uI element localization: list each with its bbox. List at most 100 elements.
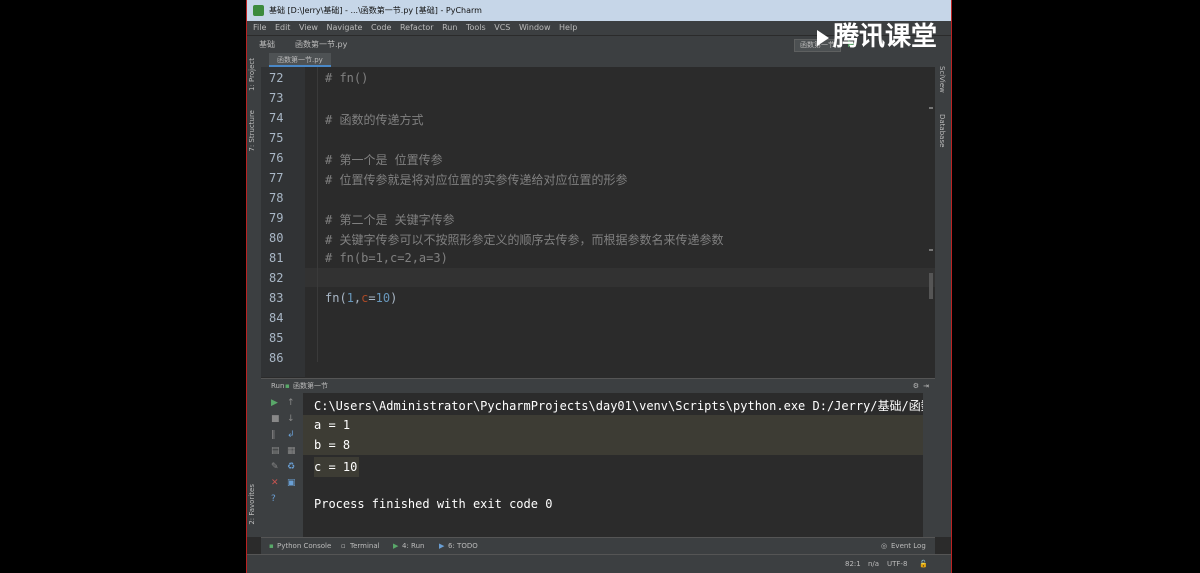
pycharm-window: 基础 [D:\Jerry\基础] - ...\函数第一节.py [基础] - P… xyxy=(247,0,951,573)
line-number: 83 xyxy=(269,291,284,305)
pycharm-app-icon xyxy=(253,5,264,16)
stop-icon[interactable]: ■ xyxy=(271,414,280,424)
todo-icon: ▶ xyxy=(439,542,445,550)
cursor-position[interactable]: 82:1 xyxy=(845,555,861,573)
python-console-tab[interactable]: Python Console xyxy=(277,538,331,555)
line-number: 84 xyxy=(269,311,284,325)
hide-panel-icon[interactable]: ⇥ xyxy=(923,379,929,393)
call-open-paren: ( xyxy=(339,291,347,305)
menu-run[interactable]: Run xyxy=(442,21,457,35)
event-log-tab[interactable]: Event Log xyxy=(891,538,926,555)
terminal-tab[interactable]: Terminal xyxy=(350,538,380,555)
python-console-icon: ▪ xyxy=(269,542,274,550)
console-output-line: a = 1 xyxy=(303,415,923,435)
scroll-up-icon[interactable]: ↑ xyxy=(287,398,295,408)
pin-tab-icon[interactable]: ✎ xyxy=(271,462,279,472)
line-number: 80 xyxy=(269,231,284,245)
run-toolbar: ▶ ↑ ■ ↓ ‖ ↲ ▤ ▦ ✎ ♻ ✕ ▣ ? xyxy=(261,393,303,538)
scroll-down-icon[interactable]: ↓ xyxy=(287,414,295,424)
code-line[interactable]: # 第二个是 关键字传参 xyxy=(325,211,455,228)
editor-tabs: 函数第一节.py xyxy=(261,53,935,67)
line-number: 77 xyxy=(269,171,284,185)
run-tool-window: Run ▪ 函数第一节 ⚙ ⇥ ▶ ↑ ■ ↓ ‖ ↲ ▤ ▦ ✎ ♻ ✕ ▣ … xyxy=(261,378,935,538)
rerun-icon[interactable]: ▶ xyxy=(271,398,278,408)
call-equals: = xyxy=(368,291,376,305)
code-line[interactable]: # 函数的传递方式 xyxy=(325,111,423,128)
clear-all-icon[interactable]: ♻ xyxy=(287,462,295,472)
run-console-output[interactable]: C:\Users\Administrator\PycharmProjects\d… xyxy=(303,393,923,538)
settings-gear-icon[interactable]: ⚙ xyxy=(913,379,919,393)
menu-help[interactable]: Help xyxy=(559,21,577,35)
dump-threads-icon[interactable]: ▤ xyxy=(271,446,280,456)
lock-icon[interactable]: 🔓 xyxy=(919,555,928,573)
close-icon[interactable]: ✕ xyxy=(271,478,279,488)
run-panel-title: Run xyxy=(271,382,285,390)
code-line[interactable]: # fn() xyxy=(325,71,368,85)
menu-tools[interactable]: Tools xyxy=(466,21,486,35)
breadcrumb-project[interactable]: 基础 xyxy=(259,36,275,53)
code-line-call[interactable]: fn(1,c=10) xyxy=(325,291,397,305)
call-arg-keyword-value: 10 xyxy=(375,291,391,305)
current-line-highlight xyxy=(305,268,935,287)
run-tab-icon: ▶ xyxy=(393,542,399,550)
call-function-name: fn xyxy=(325,291,340,305)
scrollbar-marker xyxy=(929,249,933,251)
run-tab[interactable]: 4: Run xyxy=(402,538,424,555)
indent-guide xyxy=(317,67,318,362)
menu-code[interactable]: Code xyxy=(371,21,391,35)
right-tool-strip: SciView Database xyxy=(935,52,951,537)
line-number: 86 xyxy=(269,351,284,365)
code-line[interactable]: # 位置传参就是将对应位置的实参传递给对应位置的形参 xyxy=(325,171,627,188)
pause-icon[interactable]: ‖ xyxy=(271,430,276,440)
database-tool-button[interactable]: Database xyxy=(938,114,946,147)
line-number: 79 xyxy=(269,211,284,225)
console-output-line: b = 8 xyxy=(303,435,923,455)
console-command-line: C:\Users\Administrator\PycharmProjects\d… xyxy=(314,399,923,413)
python-file-icon: ▪ xyxy=(285,382,290,390)
navigation-bar: 基础 函数第一节.py 函数第一节 ▶ 腾讯课堂 xyxy=(247,22,951,53)
run-panel-config[interactable]: 函数第一节 xyxy=(293,379,328,393)
code-line[interactable]: # 关键字传参可以不按照形参定义的顺序去传参，而根据参数名来传递参数 xyxy=(325,231,723,248)
title-bar: 基础 [D:\Jerry\基础] - ...\函数第一节.py [基础] - P… xyxy=(247,0,951,21)
menu-file[interactable]: File xyxy=(253,21,266,35)
menu-navigate[interactable]: Navigate xyxy=(327,21,363,35)
file-encoding[interactable]: UTF-8 xyxy=(887,555,907,573)
terminal-icon: ▫ xyxy=(341,542,346,550)
call-arg-positional: 1 xyxy=(346,291,354,305)
line-number: 73 xyxy=(269,91,284,105)
editor-scrollbar-thumb[interactable] xyxy=(929,273,933,299)
line-number: 81 xyxy=(269,251,284,265)
line-number: 76 xyxy=(269,151,284,165)
console-exit-message: Process finished with exit code 0 xyxy=(314,497,553,511)
line-number: 82 xyxy=(269,271,284,285)
run-panel-header: Run ▪ 函数第一节 ⚙ ⇥ xyxy=(261,379,935,393)
event-log-icon: ◎ xyxy=(881,542,888,550)
menu-view[interactable]: View xyxy=(299,21,318,35)
structure-tool-button[interactable]: 7: Structure xyxy=(248,110,256,152)
code-editor[interactable]: 72 # fn() 73 74 # 函数的传递方式 75 76 # 第一个是 位… xyxy=(261,67,935,377)
code-line[interactable]: # fn(b=1,c=2,a=3) xyxy=(325,251,448,265)
todo-tab[interactable]: 6: TODO xyxy=(448,538,478,555)
menu-edit[interactable]: Edit xyxy=(275,21,291,35)
delete-icon[interactable]: ▣ xyxy=(287,478,296,488)
play-logo-icon xyxy=(816,29,829,46)
line-number: 72 xyxy=(269,71,284,85)
print-icon[interactable]: ▦ xyxy=(287,446,296,456)
editor-tab-file[interactable]: 函数第一节.py xyxy=(269,53,331,67)
bottom-tool-tabs: ▪ Python Console ▫ Terminal ▶ 4: Run ▶ 6… xyxy=(261,537,935,555)
logo-text: 腾讯课堂 xyxy=(832,22,937,52)
line-number: 78 xyxy=(269,191,284,205)
project-tool-button[interactable]: 1: Project xyxy=(248,58,256,91)
line-separator[interactable]: n/a xyxy=(868,555,879,573)
menu-vcs[interactable]: VCS xyxy=(494,21,510,35)
status-bar: 82:1 n/a UTF-8 🔓 xyxy=(247,554,951,573)
soft-wrap-icon[interactable]: ↲ xyxy=(287,430,295,440)
menu-window[interactable]: Window xyxy=(519,21,551,35)
code-line[interactable]: # 第一个是 位置传参 xyxy=(325,151,443,168)
help-icon[interactable]: ? xyxy=(271,494,276,504)
sciview-tool-button[interactable]: SciView xyxy=(938,66,946,93)
menu-refactor[interactable]: Refactor xyxy=(400,21,434,35)
breadcrumb-file[interactable]: 函数第一节.py xyxy=(295,36,347,53)
console-scrollbar[interactable] xyxy=(923,393,935,538)
favorites-tool-button[interactable]: 2: Favorites xyxy=(248,484,256,525)
